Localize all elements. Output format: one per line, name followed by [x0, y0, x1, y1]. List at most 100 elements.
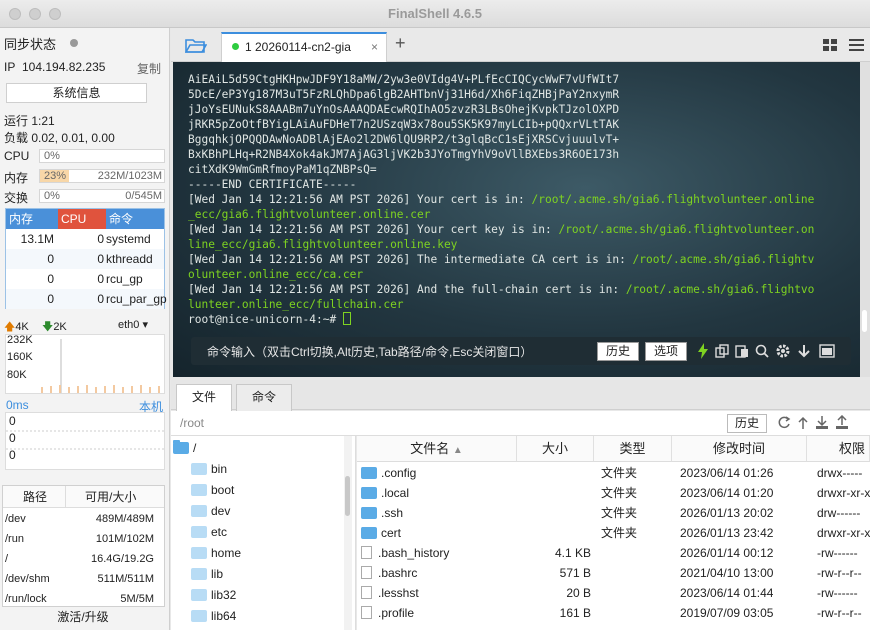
- file-name: .local: [381, 486, 410, 500]
- terminal-line-text: -----END CERTIFICATE-----: [188, 178, 357, 191]
- file-name-cell: .local: [361, 483, 516, 503]
- tree-item-dev[interactable]: dev: [191, 501, 230, 521]
- tree-item-lib32[interactable]: lib32: [191, 585, 236, 605]
- file-row[interactable]: .config 文件夹 2023/06/14 01:26 drwx-----: [357, 463, 870, 483]
- latency-graph: [5, 412, 166, 470]
- history-button[interactable]: 历史: [597, 342, 639, 361]
- command-input-bar[interactable]: 命令输入（双击Ctrl切换,Alt历史,Tab路径/命令,Esc关闭窗口） 历史…: [191, 337, 851, 365]
- disk-header-size[interactable]: 可用/大小: [85, 486, 136, 508]
- copy-ip-button[interactable]: 复制: [137, 60, 161, 77]
- close-tab-icon[interactable]: ×: [371, 34, 378, 61]
- search-icon[interactable]: [755, 344, 769, 358]
- process-cpu: 0: [97, 272, 104, 286]
- file-row[interactable]: .bashrc 571 B 2021/04/10 13:00 -rw-r--r--: [357, 563, 870, 583]
- tree-item-label: lib32: [211, 588, 237, 602]
- file-row[interactable]: .ssh 文件夹 2026/01/13 20:02 drw------: [357, 503, 870, 523]
- tree-item-lib[interactable]: lib: [191, 564, 223, 584]
- tree-scrollbar[interactable]: [344, 436, 352, 630]
- tab-files[interactable]: 文件: [176, 384, 232, 411]
- tree-item-bin[interactable]: bin: [191, 459, 227, 479]
- path-history-button[interactable]: 历史: [727, 414, 767, 433]
- tree-item-boot[interactable]: boot: [191, 480, 234, 500]
- col-header-perm[interactable]: 权限: [807, 436, 870, 462]
- file-row[interactable]: .local 文件夹 2023/06/14 01:20 drwxr-xr-x: [357, 483, 870, 503]
- disk-size: 511M/511M: [97, 573, 154, 585]
- arrow-down-icon[interactable]: [797, 344, 811, 358]
- refresh-icon[interactable]: [777, 416, 791, 430]
- proc-header-cmd[interactable]: 命令: [106, 209, 164, 229]
- options-button[interactable]: 选项: [645, 342, 687, 361]
- tree-item-lib64[interactable]: lib64: [191, 606, 236, 626]
- tab-commands[interactable]: 命令: [236, 384, 292, 411]
- folder-open-icon[interactable]: [185, 37, 207, 54]
- tree-root[interactable]: /: [173, 438, 196, 458]
- file-modified: 2023/06/14 01:44: [680, 586, 774, 600]
- terminal-line-text: AiEAiL5d59CtgHKHpwJDF9Y18aMW/2yw3e0VIdg4…: [188, 73, 620, 86]
- file-row[interactable]: .lesshst 20 B 2023/06/14 01:44 -rw------: [357, 583, 870, 603]
- grid-view-icon[interactable]: [823, 39, 837, 52]
- process-row[interactable]: 0 0 rcu_gp: [6, 269, 164, 289]
- terminal-line: line_ecc/gia6.flightvolunteer.online.key: [188, 237, 848, 252]
- terminal[interactable]: AiEAiL5d59CtgHKHpwJDF9Y18aMW/2yw3e0VIdg4…: [173, 62, 860, 377]
- window-icon[interactable]: [819, 344, 835, 358]
- disk-path: /run: [5, 533, 24, 545]
- file-name: .lesshst: [378, 586, 419, 600]
- gear-icon[interactable]: [775, 343, 791, 359]
- process-cmd: kthreadd: [106, 252, 153, 266]
- terminal-scrollbar[interactable]: [860, 62, 870, 377]
- disk-header-path[interactable]: 路径: [23, 486, 47, 508]
- terminal-output: AiEAiL5d59CtgHKHpwJDF9Y18aMW/2yw3e0VIdg4…: [188, 72, 848, 327]
- file-type: 文件夹: [601, 466, 638, 480]
- tree-item-home[interactable]: home: [191, 543, 241, 563]
- terminal-line-path: /root/.acme.sh/gia6.flightvolunteer.on: [558, 223, 815, 236]
- disk-path: /run/lock: [5, 593, 47, 605]
- upload-icon[interactable]: [835, 415, 849, 430]
- paste-icon[interactable]: [735, 344, 749, 358]
- file-row[interactable]: cert 文件夹 2026/01/13 23:42 drwxr-xr-x: [357, 523, 870, 543]
- disk-size: 5M/5M: [120, 593, 154, 605]
- tree-item-etc[interactable]: etc: [191, 522, 227, 542]
- tree-item-label: lib64: [211, 609, 237, 623]
- terminal-line-text: [Wed Jan 14 12:21:56 AM PST 2026] And th…: [188, 283, 626, 296]
- command-input-hint[interactable]: 命令输入（双击Ctrl切换,Alt历史,Tab路径/命令,Esc关闭窗口）: [207, 343, 532, 360]
- file-perm: -rw------: [817, 586, 858, 600]
- net-interface-select[interactable]: eth0 ▾: [118, 318, 148, 331]
- process-row[interactable]: 0 0 rcu_par_gp: [6, 289, 167, 309]
- download-icon[interactable]: [815, 415, 829, 430]
- file-name-cell: .config: [361, 463, 516, 483]
- lightning-icon[interactable]: [697, 343, 709, 359]
- proc-header-mem[interactable]: 内存: [6, 209, 58, 229]
- process-cpu: 0: [97, 232, 104, 246]
- path-input[interactable]: /root: [180, 416, 204, 430]
- col-header-size[interactable]: 大小: [517, 436, 594, 462]
- up-directory-icon[interactable]: [797, 416, 809, 430]
- terminal-line: root@nice-unicorn-4:~#: [188, 312, 848, 327]
- session-tab[interactable]: 1 20260114-cn2-gia ×: [221, 32, 387, 62]
- tree-scroll-thumb[interactable]: [345, 476, 350, 516]
- copy-icon[interactable]: [715, 344, 729, 358]
- file-modified: 2021/04/10 13:00: [680, 566, 774, 580]
- disk-header: 路径 可用/大小: [3, 486, 164, 508]
- file-row[interactable]: .bash_history 4.1 KB 2026/01/14 00:12 -rw--…: [357, 543, 870, 563]
- file-name-cell: .ssh: [361, 503, 516, 523]
- process-row[interactable]: 13.1M 0 systemd: [6, 229, 164, 249]
- col-header-type[interactable]: 类型: [594, 436, 672, 462]
- activate-upgrade-link[interactable]: 激活/升级: [0, 608, 166, 625]
- file-name-cell: cert: [361, 523, 516, 543]
- net-down-value: 2K: [53, 321, 67, 333]
- col-header-name[interactable]: 文件名 ▲: [357, 436, 517, 462]
- process-row[interactable]: 0 0 kthreadd: [6, 249, 164, 269]
- menu-icon[interactable]: [849, 39, 864, 52]
- title-bar: FinalShell 4.6.5: [0, 0, 870, 28]
- file-size: 571 B: [559, 566, 591, 580]
- file-perm: drwxr-xr-x: [817, 486, 870, 500]
- disk-size: 489M/489M: [95, 513, 154, 525]
- add-tab-icon[interactable]: +: [395, 33, 406, 54]
- proc-header-cpu[interactable]: CPU: [58, 209, 106, 229]
- terminal-scroll-thumb[interactable]: [862, 310, 867, 332]
- file-row[interactable]: .profile 161 B 2019/07/09 03:05 -rw-r--r--: [357, 603, 870, 623]
- system-info-button[interactable]: 系统信息: [6, 83, 147, 103]
- process-cpu: 0: [97, 252, 104, 266]
- file-name-cell: .bashrc: [361, 563, 516, 583]
- col-header-modified[interactable]: 修改时间: [672, 436, 807, 462]
